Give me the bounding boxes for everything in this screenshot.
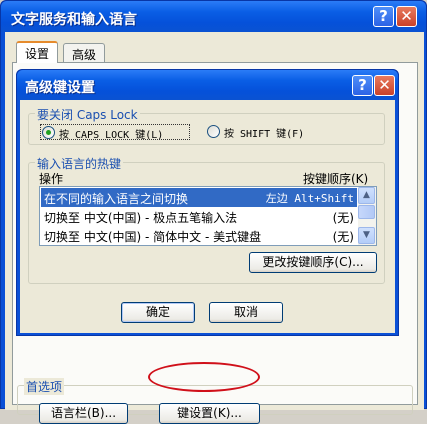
caps-lock-option[interactable]: 按 CAPS LOCK 键(L): [40, 124, 190, 141]
inner-title-bar[interactable]: 高级键设置 ? ✕: [17, 70, 398, 100]
tab-advanced-label: 高级: [72, 48, 97, 62]
hotkey-keys: (无): [332, 230, 354, 244]
shift-radio[interactable]: [207, 125, 220, 138]
hotkey-action: 切换至 中文(中国) - 简体中文 - 美式键盘: [44, 230, 262, 244]
tab-settings[interactable]: 设置: [16, 41, 59, 63]
change-key-sequence-button[interactable]: 更改按键顺序(C)...: [249, 252, 377, 273]
hotkeys-list[interactable]: 在不同的输入语言之间切换 左边 Alt+Shift 切换至 中文(中国) - 极…: [39, 186, 377, 246]
key-settings-button[interactable]: 键设置(K)...: [159, 403, 260, 424]
caps-lock-group-label: 要关闭 Caps Lock: [35, 106, 140, 123]
scroll-thumb[interactable]: [358, 205, 375, 219]
list-item[interactable]: 在不同的输入语言之间切换 左边 Alt+Shift: [41, 188, 357, 207]
list-scrollbar[interactable]: ▲ ▼: [358, 187, 376, 245]
inner-client-area: 要关闭 Caps Lock 按 CAPS LOCK 键(L) 按 SHIFT 键…: [20, 100, 395, 333]
advanced-key-settings-dialog: 高级键设置 ? ✕ 要关闭 Caps Lock 按 CAPS LOCK 键(L)…: [16, 69, 399, 336]
radio-selected-dot: [46, 130, 51, 135]
scroll-up-button[interactable]: ▲: [358, 187, 375, 204]
action-column-header: 操作: [39, 172, 64, 186]
list-item[interactable]: 切换至 中文(中国) - 极点五笔输入法 (无): [41, 207, 357, 226]
language-bar-button[interactable]: 语言栏(B)...: [39, 403, 128, 424]
outer-help-button[interactable]: ?: [373, 6, 394, 27]
preferences-group-label: 首选项: [24, 378, 65, 395]
key-sequence-column-header: 按键顺序(K): [303, 172, 369, 186]
list-item[interactable]: 切换至 中文(中国) - 简体中文 - 美式键盘 (无): [41, 226, 357, 245]
ok-button[interactable]: 确定: [121, 302, 195, 323]
hotkey-action: 切换至 中文(中国) - 极点五笔输入法: [44, 211, 238, 225]
shift-option-label: 按 SHIFT 键(F): [224, 129, 305, 140]
highlight-circle: [148, 362, 260, 392]
chevron-up-icon: ▲: [363, 190, 370, 200]
hotkey-action: 在不同的输入语言之间切换: [44, 192, 189, 206]
outer-window-title: 文字服务和输入语言: [11, 12, 137, 28]
tab-settings-label: 设置: [25, 47, 50, 61]
help-icon: ?: [358, 76, 367, 94]
caps-lock-option-label: 按 CAPS LOCK 键(L): [59, 130, 164, 141]
close-icon: ✕: [378, 76, 391, 94]
outer-close-button[interactable]: ✕: [396, 6, 417, 27]
help-icon: ?: [379, 7, 388, 25]
inner-dialog-title: 高级键设置: [25, 80, 95, 96]
inner-help-button[interactable]: ?: [352, 75, 373, 96]
cancel-button[interactable]: 取消: [209, 302, 283, 323]
inner-close-button[interactable]: ✕: [374, 75, 395, 96]
tab-advanced[interactable]: 高级: [63, 43, 106, 63]
hotkey-keys: 左边 Alt+Shift: [265, 192, 354, 205]
hotkey-keys: (无): [332, 211, 354, 225]
outer-title-bar[interactable]: 文字服务和输入语言 ? ✕: [1, 1, 426, 32]
chevron-down-icon: ▼: [363, 230, 370, 240]
scroll-down-button[interactable]: ▼: [358, 227, 375, 244]
shift-option[interactable]: 按 SHIFT 键(F): [206, 124, 336, 140]
caps-lock-radio[interactable]: [42, 126, 55, 139]
close-icon: ✕: [400, 7, 413, 25]
